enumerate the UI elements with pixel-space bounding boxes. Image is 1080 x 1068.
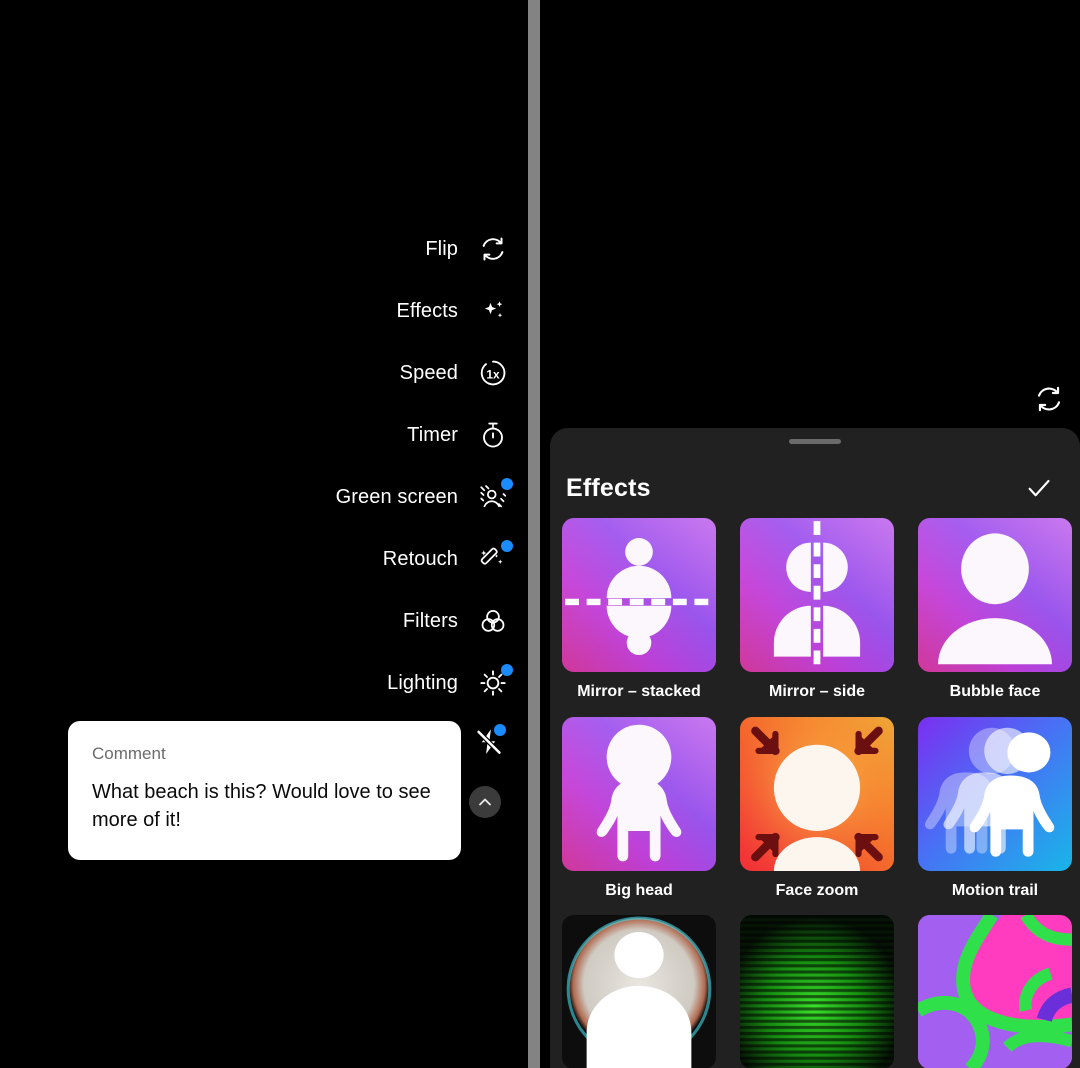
effect-thumbnail-mirror-side xyxy=(740,518,894,672)
tool-item-speed[interactable]: Speed 1x xyxy=(336,342,510,404)
effect-label: Motion trail xyxy=(951,881,1039,899)
timer-icon xyxy=(476,418,510,452)
filters-rings-icon xyxy=(476,604,510,638)
tool-item-green-screen[interactable]: Green screen xyxy=(335,466,513,528)
check-icon xyxy=(1028,479,1050,497)
tool-label-timer: Timer xyxy=(407,424,458,446)
speed-1x-icon: 1x xyxy=(476,356,510,390)
tool-item-flip[interactable]: Flip xyxy=(336,218,510,280)
effect-thumbnail-spotlight xyxy=(562,915,716,1068)
camera-tool-menu: Flip Effects Speed 1x Timer Green screen… xyxy=(335,218,513,714)
comment-card-title: Comment xyxy=(92,744,166,763)
effect-thumbnail-big-head xyxy=(562,716,716,871)
effect-thumbnail-motion-trail xyxy=(918,716,1072,871)
pane-divider[interactable] xyxy=(528,0,540,1068)
effect-tile-motion-trail[interactable]: Motion trail xyxy=(918,716,1072,916)
svg-text:1x: 1x xyxy=(486,367,500,381)
comment-card[interactable]: Comment What beach is this? Would love t… xyxy=(68,721,461,860)
comment-card-text: What beach is this? Would love to see mo… xyxy=(92,781,431,831)
effect-label: Mirror – side xyxy=(768,683,866,700)
badge-dot-flash xyxy=(494,724,506,736)
right-preview-pane: Effects Mirror – stacked Mirror – side B… xyxy=(540,0,1080,1068)
effect-tile-green-scanlines[interactable] xyxy=(740,915,894,1068)
left-camera-pane: Flip Effects Speed 1x Timer Green screen… xyxy=(0,0,528,1068)
effect-tile-mirror-side[interactable]: Mirror – side xyxy=(740,518,894,717)
tool-item-lighting[interactable]: Lighting xyxy=(336,652,513,714)
magic-wand-icon xyxy=(476,540,513,576)
effect-tile-spotlight[interactable] xyxy=(562,915,716,1068)
badge-dot-green-screen xyxy=(501,478,513,490)
badge-dot-lighting xyxy=(501,664,513,676)
chevron-up-icon xyxy=(479,798,491,806)
tool-label-retouch: Retouch xyxy=(382,548,458,570)
effect-tile-psychedelic-swirl[interactable] xyxy=(918,915,1072,1068)
tool-item-filters[interactable]: Filters xyxy=(336,590,510,652)
effect-tile-mirror-stacked[interactable]: Mirror – stacked xyxy=(562,518,716,717)
sparkles-icon xyxy=(476,294,510,328)
flip-camera-icon xyxy=(1037,386,1061,412)
effects-title: Effects xyxy=(566,473,651,502)
effects-bottom-sheet: Effects Mirror – stacked Mirror – side B… xyxy=(550,428,1080,1068)
effect-label: Mirror – stacked xyxy=(577,683,701,700)
confirm-effects-button[interactable] xyxy=(1022,471,1056,505)
green-screen-icon xyxy=(476,478,513,514)
tool-item-timer[interactable]: Timer xyxy=(336,404,510,466)
flip-camera-button[interactable] xyxy=(1030,380,1068,418)
flash-off-icon[interactable] xyxy=(471,724,507,760)
tool-item-retouch[interactable]: Retouch xyxy=(336,528,513,590)
effect-thumbnail-face-zoom xyxy=(740,716,894,871)
effect-thumbnail-green-scanlines xyxy=(740,915,894,1068)
screen-root: Flip Effects Speed 1x Timer Green screen… xyxy=(0,0,1080,1068)
effects-grid: Mirror – stacked Mirror – side Bubble fa… xyxy=(562,518,1072,1068)
effect-label: Big head xyxy=(605,881,673,899)
tool-label-flip: Flip xyxy=(425,238,458,260)
tool-label-filters: Filters xyxy=(402,610,458,632)
effects-sheet-header: Effects xyxy=(550,462,1080,514)
sheet-drag-handle[interactable] xyxy=(789,439,841,444)
effect-tile-big-head[interactable]: Big head xyxy=(562,716,716,916)
collapse-menu-button[interactable] xyxy=(469,786,501,818)
effect-thumbnail-psychedelic-swirl xyxy=(918,915,1072,1068)
effect-label: Bubble face xyxy=(949,683,1041,700)
effect-tile-bubble-face[interactable]: Bubble face xyxy=(918,518,1072,717)
tool-item-effects[interactable]: Effects xyxy=(336,280,510,342)
flip-camera-icon xyxy=(476,232,510,266)
effect-thumbnail-mirror-stacked xyxy=(562,518,716,672)
effect-label: Face zoom xyxy=(775,881,859,899)
badge-dot-retouch xyxy=(501,540,513,552)
tool-label-effects: Effects xyxy=(396,300,458,322)
tool-label-lighting: Lighting xyxy=(387,672,458,694)
tool-label-speed: Speed xyxy=(399,362,458,384)
sun-icon xyxy=(476,664,513,700)
effect-thumbnail-bubble-face xyxy=(918,518,1072,672)
effect-tile-face-zoom[interactable]: Face zoom xyxy=(740,716,894,916)
tool-label-green-screen: Green screen xyxy=(335,486,458,508)
